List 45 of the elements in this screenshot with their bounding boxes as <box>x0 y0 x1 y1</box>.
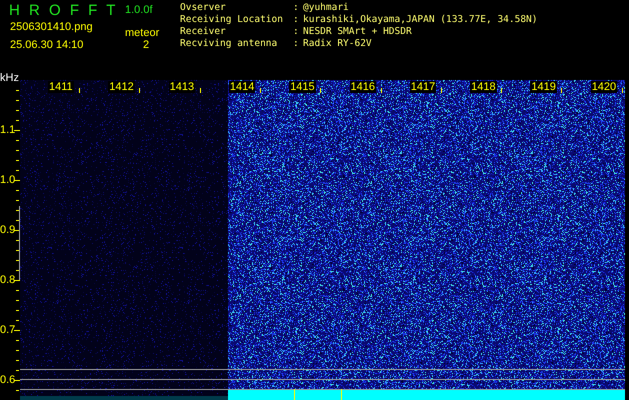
separator: : <box>293 14 300 26</box>
version-label: 1.0.0f <box>124 3 154 18</box>
axis-label: 1416 <box>350 81 376 93</box>
separator: : <box>293 38 300 50</box>
info-label: Recviving antenna <box>180 38 278 50</box>
info-label: Receiver <box>180 26 227 38</box>
axis-label: 0.8 <box>0 274 16 286</box>
tick-mark <box>561 88 562 93</box>
event-label: meteor <box>124 26 160 38</box>
info-label: Ovserver <box>180 2 227 14</box>
axis-label: 1417 <box>410 81 436 93</box>
axis-label: 1.0 <box>0 174 16 186</box>
axis-label: 1414 <box>228 81 256 93</box>
tick-mark <box>501 88 502 93</box>
axis-label: 1411 <box>48 81 74 93</box>
axis-label: 1412 <box>108 81 135 93</box>
separator: : <box>293 2 300 14</box>
axis-label: 0.6 <box>0 374 16 386</box>
axis-label: 0.7 <box>0 324 16 336</box>
axis-label: 1418 <box>470 81 497 93</box>
event-count: 2 <box>142 38 150 53</box>
axis-label: 1415 <box>289 81 316 93</box>
axis-label: 0.9 <box>0 224 16 236</box>
tick-mark <box>320 88 322 93</box>
file-name: 2506301410.png <box>9 20 94 35</box>
tick-mark <box>200 88 201 93</box>
axis-label: 1420 <box>590 81 618 93</box>
app-title: H R O F F T <box>8 1 115 18</box>
tick-mark <box>622 88 623 93</box>
axis-label: 1.1 <box>0 124 16 136</box>
tick-mark <box>139 88 140 93</box>
separator: : <box>293 26 300 38</box>
info-label: Receiving Location <box>180 14 284 26</box>
unit-label: kHz <box>0 72 19 84</box>
info-value: @yuhmari <box>303 2 350 14</box>
tick-mark <box>260 88 261 93</box>
tick-mark <box>79 88 80 93</box>
info-value: Radix RY-62V <box>303 38 373 50</box>
axis-label: 1413 <box>168 81 196 93</box>
info-value: kurashiki,Okayama,JAPAN (133.77E, 34.58N) <box>303 14 538 26</box>
tick-mark <box>380 88 382 93</box>
tick-mark <box>440 88 442 93</box>
axis-label: 1419 <box>530 81 557 93</box>
info-value: NESDR SMArt + HDSDR <box>303 26 413 38</box>
timestamp: 25.06.30 14:10 <box>9 38 84 53</box>
